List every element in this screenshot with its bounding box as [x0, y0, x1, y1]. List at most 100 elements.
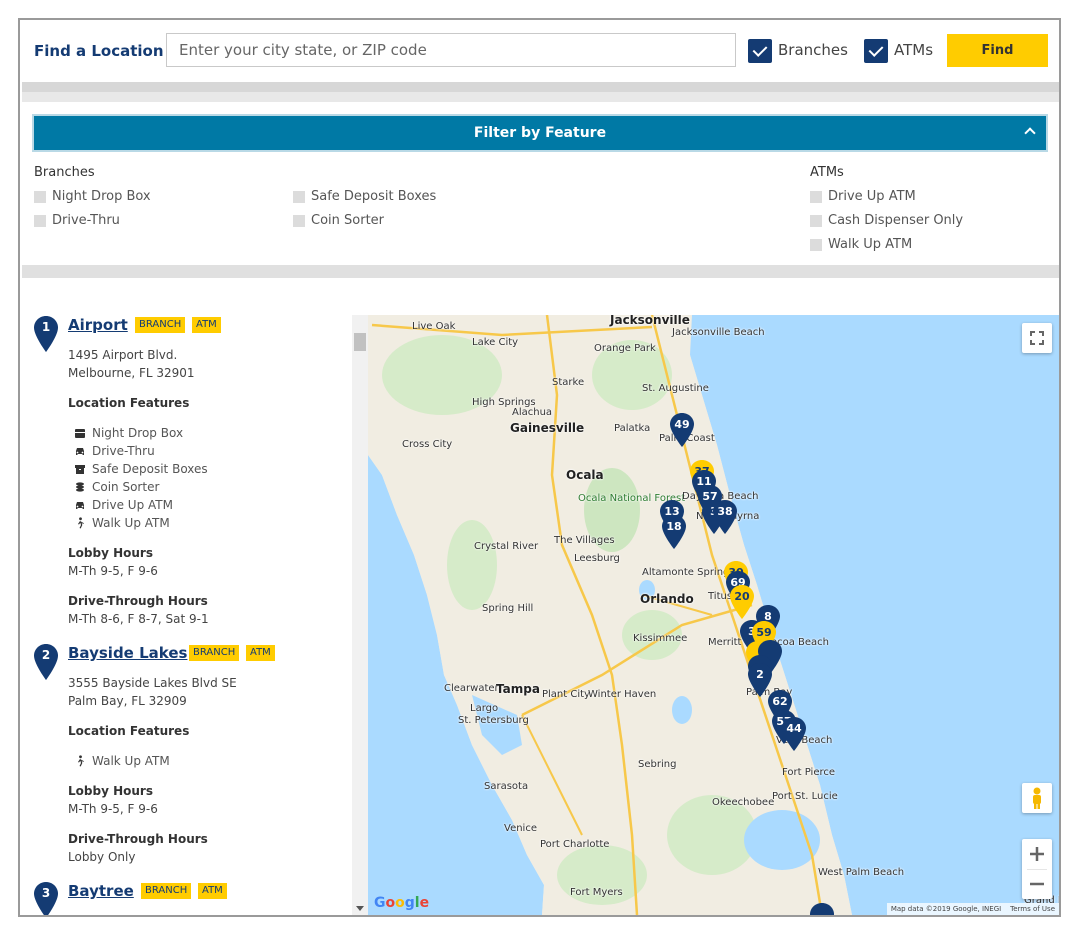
- marker-number: 3: [42, 886, 50, 900]
- walking-icon: [78, 755, 84, 767]
- map-label: Gainesville: [510, 421, 585, 435]
- map-pin[interactable]: 20: [730, 585, 754, 619]
- search-bar: Find a Location Branches ATMs Find: [22, 20, 1059, 82]
- branches-checkbox[interactable]: [748, 39, 772, 63]
- branch-badge: BRANCH: [135, 317, 186, 333]
- filter-drive-up-atm[interactable]: Drive Up ATM: [810, 189, 916, 204]
- map-label: Port Charlotte: [540, 839, 610, 850]
- walking-icon: [78, 517, 84, 529]
- map-label: Spring Hill: [482, 603, 534, 614]
- location-name-link[interactable]: Baytree: [68, 882, 134, 900]
- map-label: Kissimmee: [633, 633, 688, 644]
- filter-drive-thru[interactable]: Drive-Thru: [34, 213, 120, 228]
- divider: [22, 82, 1059, 102]
- marker-number: 2: [42, 648, 50, 662]
- google-logo: Google: [374, 895, 430, 911]
- scroll-down-arrow-icon[interactable]: [356, 906, 364, 911]
- map-label: Sebring: [638, 759, 677, 770]
- filter-cash-dispenser-only[interactable]: Cash Dispenser Only: [810, 213, 963, 228]
- drive-through-hours-heading: Drive-Through Hours: [68, 832, 208, 846]
- map[interactable]: Jacksonville Jacksonville Beach Orange P…: [352, 315, 1059, 915]
- address-line-1: 3555 Bayside Lakes Blvd SE: [68, 676, 237, 690]
- atms-checkbox-label[interactable]: ATMs: [894, 41, 933, 59]
- address-line-2: Palm Bay, FL 32909: [68, 694, 187, 708]
- feature-item: Drive-Thru: [92, 444, 155, 458]
- filter-title: Filter by Feature: [473, 125, 607, 141]
- address-line-2: Melbourne, FL 32901: [68, 366, 195, 380]
- location-name-link[interactable]: Bayside Lakes: [68, 644, 187, 662]
- feature-item: Coin Sorter: [92, 480, 160, 494]
- map-label: St. Petersburg: [458, 715, 529, 726]
- fullscreen-button[interactable]: [1022, 323, 1052, 353]
- feature-item: Night Drop Box: [92, 426, 184, 440]
- map-label: Fort Myers: [570, 887, 623, 898]
- map-pin[interactable]: 49: [670, 413, 694, 447]
- map-label: Ocala: [566, 468, 604, 482]
- car-icon: [76, 502, 84, 509]
- map-label: Plant City: [542, 689, 590, 700]
- filter-by-feature-toggle[interactable]: Filter by Feature: [32, 114, 1048, 152]
- zoom-controls: [1022, 839, 1052, 899]
- map-label: Port St. Lucie: [772, 791, 838, 802]
- lobby-hours: M-Th 9-5, F 9-6: [68, 802, 158, 816]
- location-features-heading: Location Features: [68, 396, 190, 410]
- map-marker-icon: 3: [34, 882, 58, 915]
- drive-through-hours: Lobby Only: [68, 850, 136, 864]
- store-locator: Find a Location Branches ATMs Find Filte…: [18, 18, 1061, 917]
- map-label: Largo: [470, 703, 499, 714]
- map-label: Live Oak: [412, 321, 456, 332]
- map-label: Altamonte Springs: [642, 567, 735, 578]
- filter-walk-up-atm[interactable]: Walk Up ATM: [810, 237, 912, 252]
- map-label: Winter Haven: [588, 689, 657, 700]
- filter-safe-deposit-boxes[interactable]: Safe Deposit Boxes: [293, 189, 436, 204]
- map-label: Crystal River: [474, 541, 539, 552]
- zoom-out-icon[interactable]: [1022, 869, 1052, 899]
- street-view-pegman[interactable]: [1022, 783, 1052, 813]
- map-pin[interactable]: 44: [782, 717, 806, 751]
- map-label: Orange Park: [594, 343, 656, 354]
- filter-panel: Filter by Feature Branches Night Drop Bo…: [22, 102, 1059, 265]
- lobby-hours: M-Th 9-5, F 9-6: [68, 564, 158, 578]
- divider: [22, 265, 1059, 278]
- map-attribution: Map data ©2019 Google, INEGI Terms of Us…: [886, 903, 1059, 915]
- feature-item: Walk Up ATM: [92, 516, 170, 530]
- map-label: Lake City: [472, 337, 519, 348]
- location-features-heading: Location Features: [68, 724, 190, 738]
- filter-atms-title: ATMs: [810, 165, 844, 180]
- map-pin[interactable]: 18: [662, 515, 686, 549]
- safe-deposit-box-icon: [75, 465, 85, 474]
- map-label: Alachua: [512, 407, 553, 418]
- branch-badge: BRANCH: [189, 645, 240, 661]
- location-search-input[interactable]: [166, 33, 736, 67]
- map-scrollbar[interactable]: [352, 315, 368, 915]
- map-pin[interactable]: 38: [713, 500, 737, 534]
- map-pin[interactable]: [810, 903, 834, 915]
- marker-number: 1: [42, 320, 50, 334]
- map-label: Palatka: [614, 423, 651, 434]
- atm-badge: ATM: [198, 883, 227, 899]
- map-label: Venice: [504, 823, 537, 834]
- filter-night-drop-box[interactable]: Night Drop Box: [34, 189, 151, 204]
- terms-of-use-link[interactable]: Terms of Use: [1010, 905, 1055, 913]
- location-list[interactable]: 1 Airport BRANCH ATM 1495 Airport Blvd. …: [22, 278, 350, 915]
- map-label: Okeechobee: [712, 797, 775, 808]
- zoom-in-icon[interactable]: [1022, 839, 1052, 869]
- drive-through-hours: M-Th 8-6, F 8-7, Sat 9-1: [68, 612, 209, 626]
- map-label: West Palm Beach: [818, 867, 905, 878]
- feature-item: Walk Up ATM: [92, 754, 170, 768]
- map-label: St. Augustine: [642, 383, 709, 394]
- map-label: Cross City: [402, 439, 453, 450]
- atms-checkbox[interactable]: [864, 39, 888, 63]
- feature-item: Safe Deposit Boxes: [92, 462, 208, 476]
- car-icon: [76, 448, 84, 455]
- map-marker-icon: 2: [34, 644, 58, 680]
- find-button[interactable]: Find: [947, 34, 1048, 67]
- branch-badge: BRANCH: [141, 883, 192, 899]
- scroll-thumb[interactable]: [354, 333, 366, 351]
- map-base: [368, 315, 1059, 915]
- lobby-hours-heading: Lobby Hours: [68, 784, 153, 798]
- location-name-link[interactable]: Airport: [68, 316, 128, 334]
- filter-coin-sorter[interactable]: Coin Sorter: [293, 213, 384, 228]
- map-label: Starke: [552, 377, 585, 388]
- branches-checkbox-label[interactable]: Branches: [778, 41, 848, 59]
